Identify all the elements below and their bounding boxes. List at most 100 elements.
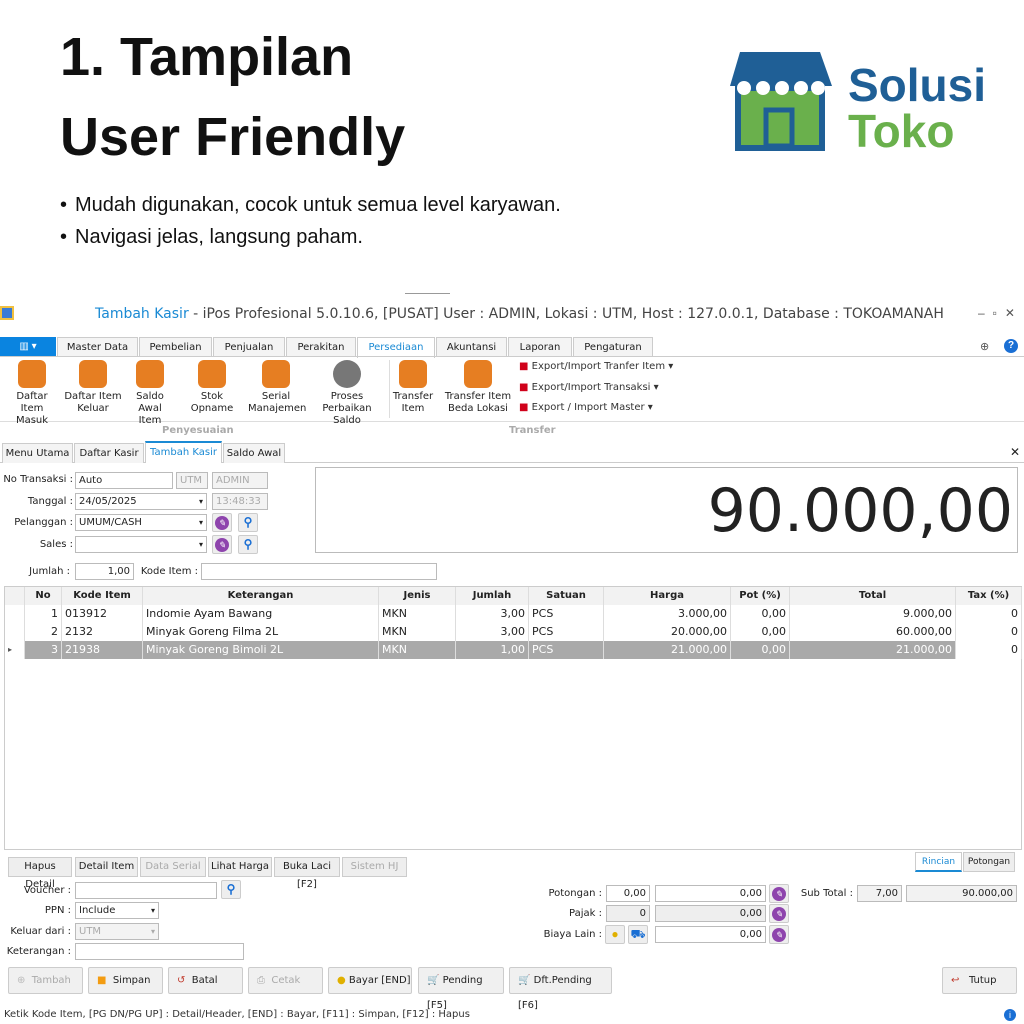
pelanggan-select[interactable]: UMUM/CASH ▾ — [75, 514, 207, 531]
cetak-button[interactable]: ⎙ Cetak — [248, 967, 323, 994]
col-header-harga[interactable]: Harga — [604, 587, 731, 605]
table-row[interactable]: 2 2132 Minyak Goreng Filma 2L MKN 3,00 PCS 20.… — [5, 623, 1022, 641]
tab-laporan[interactable]: Laporan — [508, 337, 572, 357]
search-pelanggan-icon[interactable]: ⚲ — [238, 513, 258, 532]
edit-pajak-icon[interactable]: ✎ — [769, 904, 789, 923]
app-menu-button[interactable]: ▥ ▾ — [0, 337, 56, 356]
delivery-icon[interactable]: ⛟ — [628, 925, 648, 944]
ribbon-proses-perbaikan-saldo[interactable]: Proses Perbaikan Saldo — [310, 360, 384, 427]
jumlah-field[interactable]: 1,00 — [75, 563, 134, 580]
potongan-pct-field[interactable]: 0,00 — [606, 885, 650, 902]
ribbon-serial-manajemen[interactable]: Serial Manajemen — [248, 360, 306, 415]
cell-jenis: MKN — [379, 641, 456, 659]
tutup-label: Tutup — [968, 975, 997, 986]
keluar-value: UTM — [79, 926, 102, 937]
tutup-button[interactable]: ↩ Tutup — [942, 967, 1017, 994]
logo-text-solusi: Solusi — [848, 59, 987, 111]
app-icon — [0, 306, 14, 320]
bayar-button[interactable]: ● Bayar [END] — [328, 967, 412, 994]
export-transfer-item[interactable]: ■ Export/Import Tranfer Item ▾ — [519, 361, 673, 372]
grid-header: No Kode Item Keterangan Jenis Jumlah Satuan Ha… — [5, 587, 1022, 605]
tambah-button[interactable]: ⊕ Tambah — [8, 967, 83, 994]
table-row[interactable]: ▸ 3 21938 Minyak Goreng Bimoli 2L MKN 1,00 PCS… — [5, 641, 1022, 659]
col-header-tax[interactable]: Tax (%) — [956, 587, 1022, 605]
tanggal-field[interactable]: 24/05/2025 ▾ — [75, 493, 207, 510]
ribbon-saldo-awal-item[interactable]: Saldo Awal Item — [126, 360, 174, 427]
doc-tab-saldo-awal[interactable]: Saldo Awal — [223, 443, 285, 463]
cetak-label: Cetak — [271, 975, 301, 986]
ribbon-transfer-item[interactable]: Transfer Item — [392, 360, 434, 415]
col-header-jumlah[interactable]: Jumlah — [456, 587, 529, 605]
tab-pengaturan[interactable]: Pengaturan — [573, 337, 653, 357]
lihat-harga-button[interactable]: Lihat Harga — [208, 857, 272, 877]
col-header-jenis[interactable]: Jenis — [379, 587, 456, 605]
tab-master-data[interactable]: Master Data — [57, 337, 138, 357]
cell-tax: 0 — [956, 623, 1022, 641]
tab-akuntansi[interactable]: Akuntansi — [436, 337, 507, 357]
window-controls[interactable]: –▫✕ — [978, 306, 1023, 320]
tab-potongan[interactable]: Potongan — [963, 852, 1015, 872]
ribbon-stok-opname[interactable]: Stok Opname — [180, 360, 244, 415]
tab-rincian[interactable]: Rincian — [915, 852, 962, 872]
edit-sales-icon[interactable]: ✎ — [212, 535, 232, 554]
col-header-satuan[interactable]: Satuan — [529, 587, 604, 605]
edit-biaya-icon[interactable]: ✎ — [769, 925, 789, 944]
ppn-value: Include — [79, 905, 116, 916]
doc-tab-daftar-kasir[interactable]: Daftar Kasir — [74, 443, 144, 463]
cell-jenis: MKN — [379, 605, 456, 623]
info-icon[interactable]: i — [1004, 1009, 1016, 1021]
potongan-field[interactable]: 0,00 — [655, 885, 766, 902]
no-transaksi-field[interactable]: Auto — [75, 472, 173, 489]
coin-icon[interactable]: ● — [605, 925, 625, 944]
col-header-pot[interactable]: Pot (%) — [731, 587, 790, 605]
table-row[interactable]: 1 013912 Indomie Ayam Bawang MKN 3,00 PCS 3.00… — [5, 605, 1022, 623]
search-sales-icon[interactable]: ⚲ — [238, 535, 258, 554]
hapus-detail-button[interactable]: Hapus Detail — [8, 857, 72, 890]
data-serial-button[interactable]: Data Serial — [140, 857, 206, 877]
pending-button[interactable]: 🛒 Pending [F5] — [418, 967, 504, 1011]
simpan-button[interactable]: ■ Simpan — [88, 967, 163, 994]
ribbon-daftar-item-keluar[interactable]: Daftar Item Keluar — [64, 360, 122, 415]
voucher-field[interactable] — [75, 882, 217, 899]
col-header-no[interactable]: No — [25, 587, 62, 605]
biaya-lain-field[interactable]: 0,00 — [655, 926, 766, 943]
edit-pelanggan-icon[interactable]: ✎ — [212, 513, 232, 532]
tanggal-value: 24/05/2025 — [79, 496, 137, 507]
export-master[interactable]: ■ Export / Import Master ▾ — [519, 402, 653, 413]
keterangan-field[interactable] — [75, 943, 244, 960]
batal-button[interactable]: ↺ Batal — [168, 967, 243, 994]
doc-tab-menu-utama[interactable]: Menu Utama — [2, 443, 73, 463]
box-initial-icon — [136, 360, 164, 388]
label-potongan: Potongan : — [548, 888, 602, 899]
search-voucher-icon[interactable]: ⚲ — [221, 880, 241, 899]
ribbon-daftar-item-masuk[interactable]: Daftar Item Masuk — [4, 360, 60, 427]
tab-penjualan[interactable]: Penjualan — [213, 337, 285, 357]
edit-potongan-icon[interactable]: ✎ — [769, 884, 789, 903]
tab-pembelian[interactable]: Pembelian — [139, 337, 212, 357]
cell-total: 21.000,00 — [790, 641, 956, 659]
col-header-keterangan[interactable]: Keterangan — [143, 587, 379, 605]
buka-laci-button[interactable]: Buka Laci [F2] — [274, 857, 340, 890]
tab-persediaan[interactable]: Persediaan — [357, 337, 435, 358]
kode-item-field[interactable] — [201, 563, 437, 580]
help-icon[interactable]: ? — [1004, 339, 1018, 353]
cell-jumlah: 1,00 — [456, 641, 529, 659]
tab-perakitan[interactable]: Perakitan — [286, 337, 356, 357]
export-transaksi[interactable]: ■ Export/Import Transaksi ▾ — [519, 382, 659, 393]
doc-tab-tambah-kasir[interactable]: Tambah Kasir — [145, 441, 222, 463]
sales-select[interactable]: ▾ — [75, 536, 207, 553]
box-icon — [262, 360, 290, 388]
cell-kode-item: 013912 — [62, 605, 143, 623]
daftar-pending-button[interactable]: 🛒 Dft.Pending [F6] — [509, 967, 612, 1011]
close-tab-icon[interactable]: ✕ — [1010, 445, 1020, 459]
detail-item-button[interactable]: Detail Item — [75, 857, 138, 877]
col-header-kode-item[interactable]: Kode Item — [62, 587, 143, 605]
pelanggan-value: UMUM/CASH — [79, 517, 142, 528]
label-jumlah: Jumlah : — [29, 566, 70, 577]
sistem-hj-button[interactable]: Sistem HJ — [342, 857, 407, 877]
collapse-ribbon-icon[interactable]: ⊕ — [980, 340, 989, 353]
label-pelanggan: Pelanggan : — [14, 517, 73, 528]
ppn-select[interactable]: Include ▾ — [75, 902, 159, 919]
col-header-total[interactable]: Total — [790, 587, 956, 605]
ribbon-transfer-item-beda-lokasi[interactable]: Transfer Item Beda Lokasi — [444, 360, 512, 415]
